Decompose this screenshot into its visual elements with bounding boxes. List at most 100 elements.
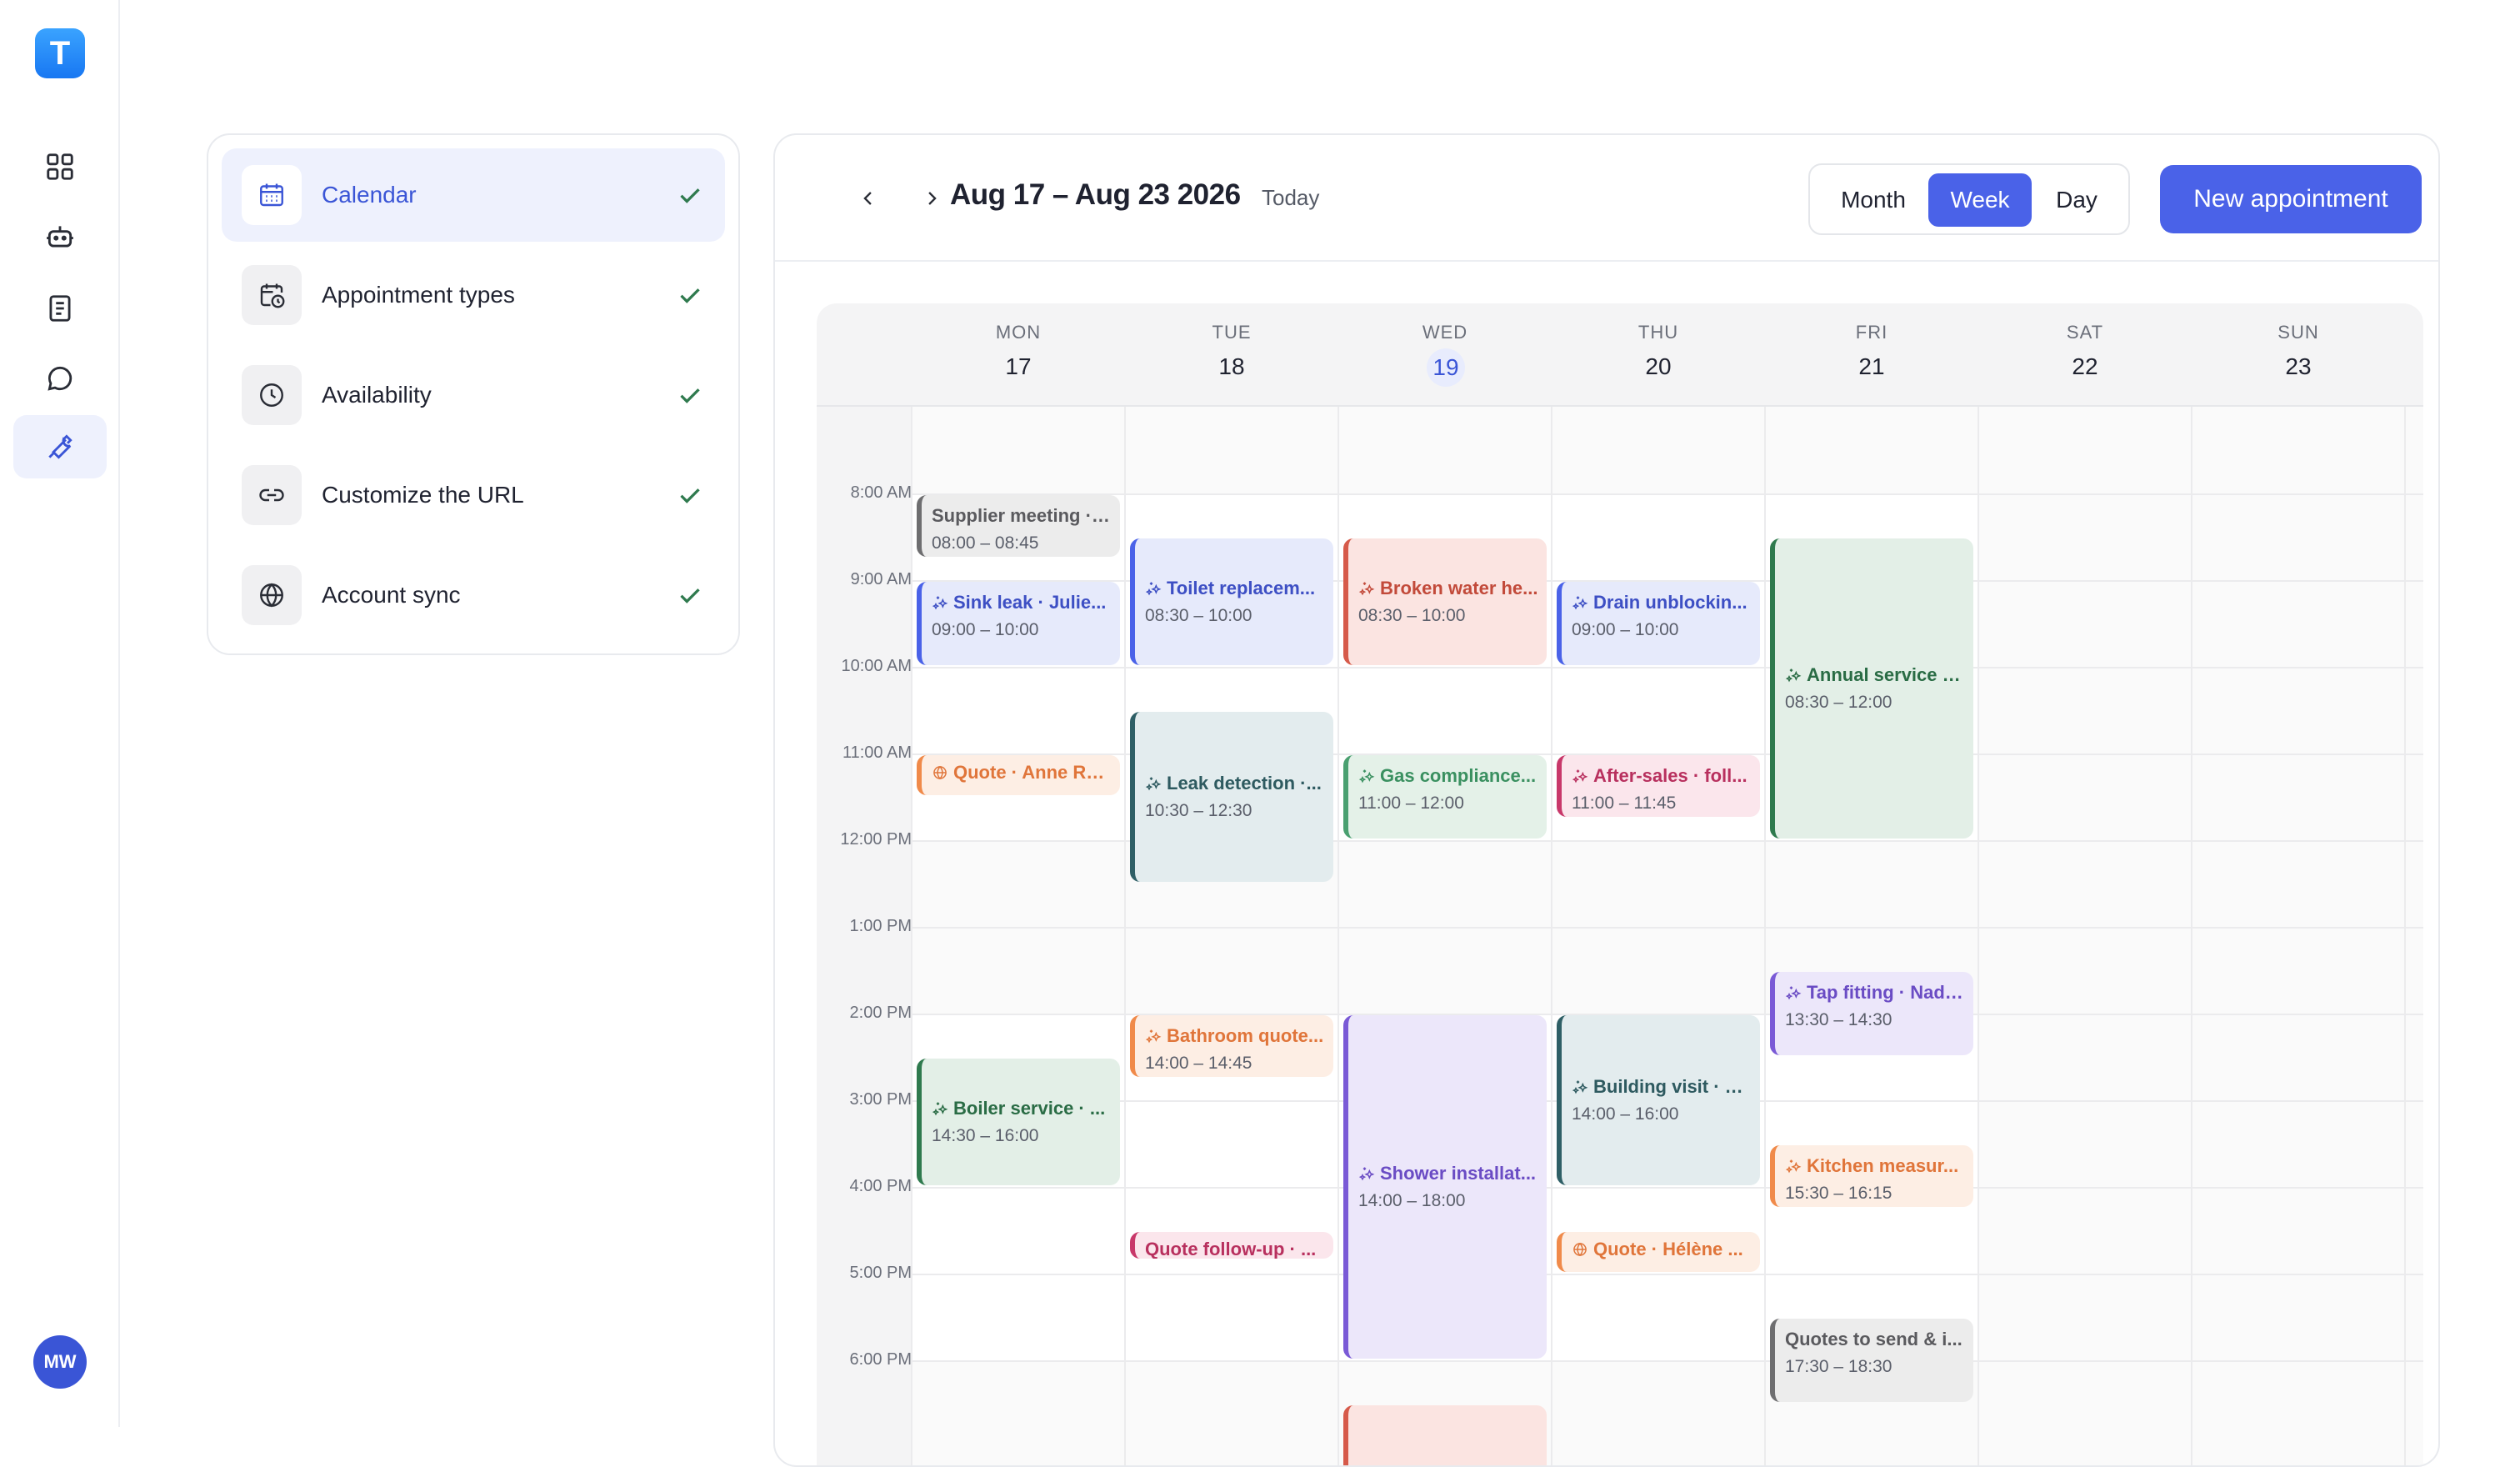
day-header-sun[interactable]: SUN 23 bbox=[2192, 303, 2405, 407]
appointment-title-text: Gas compliance... bbox=[1380, 765, 1537, 786]
day-number: 17 bbox=[1005, 353, 1032, 379]
appointment-time: 11:00 – 11:45 bbox=[1572, 794, 1677, 813]
hour-label: 9:00 AM bbox=[850, 570, 912, 588]
appointment-card[interactable]: Leak detection ·... 10:30 – 12:30 bbox=[1130, 712, 1333, 882]
day-header-mon[interactable]: MON 17 bbox=[912, 303, 1125, 407]
appointment-title: Kitchen measur... bbox=[1785, 1155, 1965, 1177]
hour-label: 8:00 AM bbox=[850, 483, 912, 502]
settings-item-customize-url[interactable]: Customize the URL bbox=[222, 448, 725, 542]
appointment-card[interactable]: Bathroom quote... 14:00 – 14:45 bbox=[1130, 1015, 1333, 1077]
day-number: 23 bbox=[2285, 353, 2312, 379]
appointment-title-text: Toilet replacem... bbox=[1167, 578, 1316, 598]
appointment-title-text: Sink leak · Julie... bbox=[953, 592, 1107, 613]
assistant-nav[interactable] bbox=[13, 205, 107, 268]
view-day-button[interactable]: Day bbox=[2035, 173, 2118, 227]
settings-item-availability[interactable]: Availability bbox=[222, 348, 725, 442]
messages-nav[interactable] bbox=[13, 347, 107, 410]
app-logo[interactable]: T bbox=[35, 28, 85, 78]
appointment-time: 14:30 – 16:00 bbox=[932, 1126, 1039, 1145]
day-name: TUE bbox=[1212, 322, 1252, 343]
day-name: SUN bbox=[2278, 322, 2319, 343]
day-header-wed[interactable]: WED 19 bbox=[1338, 303, 1552, 407]
settings-item-calendar[interactable]: Calendar bbox=[222, 148, 725, 242]
appointment-title: Supplier meeting · ... bbox=[932, 505, 1112, 527]
appointment-card[interactable]: Tap fitting · Nadi... 13:30 – 14:30 bbox=[1770, 972, 1973, 1055]
today-button[interactable]: Today bbox=[1262, 185, 1319, 211]
week-header: MON 17 TUE 18 WED 19 THU 20 FRI 21 SAT 22 SUN 23 bbox=[817, 303, 2423, 407]
calendar-clock-icon bbox=[260, 283, 285, 308]
appointment-title: Shower installat... bbox=[1358, 1163, 1538, 1184]
appointment-card[interactable]: Supplier meeting · ... 08:00 – 08:45 bbox=[917, 495, 1120, 557]
appointment-title-text: Quotes to send & i... bbox=[1785, 1329, 1962, 1349]
settings-item-appointment-types[interactable]: Appointment types bbox=[222, 248, 725, 342]
day-header-tue[interactable]: TUE 18 bbox=[1125, 303, 1338, 407]
day-header-thu[interactable]: THU 20 bbox=[1552, 303, 1765, 407]
sparkle-icon bbox=[1572, 1080, 1588, 1094]
dashboard-nav[interactable] bbox=[13, 135, 107, 198]
hour-gridline bbox=[912, 667, 2423, 668]
settings-nav[interactable] bbox=[13, 415, 107, 478]
appointment-card[interactable]: Shower installat... 14:00 – 18:00 bbox=[1343, 1015, 1547, 1359]
appointment-card[interactable]: Quotes to send & i... 17:30 – 18:30 bbox=[1770, 1319, 1973, 1402]
settings-item-label: Account sync bbox=[322, 582, 461, 608]
hour-label: 3:00 PM bbox=[849, 1090, 912, 1109]
appointment-card[interactable]: Gas compliance... 11:00 – 12:00 bbox=[1343, 755, 1547, 839]
appointment-card[interactable]: Boiler service · ... 14:30 – 16:00 bbox=[917, 1059, 1120, 1185]
appointment-title: Gas compliance... bbox=[1358, 765, 1538, 787]
view-switcher: Month Week Day bbox=[1808, 163, 2130, 235]
settings-item-icon-box bbox=[242, 265, 302, 325]
day-column-divider bbox=[2404, 407, 2406, 1465]
appointment-card[interactable]: Broken water he... 08:30 – 10:00 bbox=[1343, 538, 1547, 665]
day-column-divider bbox=[1124, 407, 1126, 1465]
new-appointment-button[interactable]: New appointment bbox=[2160, 165, 2422, 233]
next-week-button[interactable] bbox=[913, 180, 950, 217]
previous-week-button[interactable] bbox=[850, 180, 887, 217]
appointment-card[interactable] bbox=[1343, 1405, 1547, 1465]
appointment-card[interactable]: After-sales · foll... 11:00 – 11:45 bbox=[1557, 755, 1760, 817]
calendar-icon bbox=[260, 183, 283, 207]
appointment-card[interactable]: Toilet replacem... 08:30 – 10:00 bbox=[1130, 538, 1333, 665]
appointment-card[interactable]: Building visit · S... 14:00 – 16:00 bbox=[1557, 1015, 1760, 1185]
appointment-title: Boiler service · ... bbox=[932, 1098, 1112, 1119]
user-avatar[interactable]: MW bbox=[33, 1335, 87, 1389]
settings-item-icon-box bbox=[242, 365, 302, 425]
appointment-title-text: Building visit · S... bbox=[1593, 1076, 1752, 1097]
settings-item-account-sync[interactable]: Account sync bbox=[222, 548, 725, 642]
appointment-time: 13:30 – 14:30 bbox=[1785, 1010, 1892, 1029]
settings-item-label: Appointment types bbox=[322, 282, 515, 308]
appointment-card[interactable]: Quote follow-up · ... bbox=[1130, 1232, 1333, 1259]
week-grid: MON 17 TUE 18 WED 19 THU 20 FRI 21 SAT 22 SUN 23 8:00… bbox=[817, 303, 2423, 1465]
appointment-title-text: Supplier meeting · ... bbox=[932, 505, 1112, 526]
appointment-card[interactable]: Quote · Anne Ro... bbox=[917, 755, 1120, 795]
appointment-title: Leak detection ·... bbox=[1145, 773, 1325, 794]
appointment-time: 14:00 – 14:45 bbox=[1145, 1054, 1252, 1073]
day-header-fri[interactable]: FRI 21 bbox=[1765, 303, 1978, 407]
view-week-button[interactable]: Week bbox=[1928, 173, 2032, 227]
week-body: 8:00 AM 9:00 AM 10:00 AM 11:00 AM 12:00 PM 1:… bbox=[817, 407, 2423, 1465]
view-month-button[interactable]: Month bbox=[1822, 173, 1925, 227]
appointment-title-text: Tap fitting · Nadi... bbox=[1807, 982, 1965, 1003]
appointment-title-text: Drain unblockin... bbox=[1593, 592, 1748, 613]
documents-nav[interactable] bbox=[13, 277, 107, 340]
hour-label: 4:00 PM bbox=[849, 1177, 912, 1195]
appointment-time: 08:30 – 12:00 bbox=[1785, 693, 1892, 712]
wrench-icon bbox=[48, 434, 72, 459]
appointment-card[interactable]: Annual service · ... 08:30 – 12:00 bbox=[1770, 538, 1973, 839]
appointment-card[interactable]: Drain unblockin... 09:00 – 10:00 bbox=[1557, 582, 1760, 665]
chevron-left-icon bbox=[863, 192, 872, 205]
appointment-title-text: Boiler service · ... bbox=[953, 1098, 1106, 1119]
appointment-title: Building visit · S... bbox=[1572, 1076, 1752, 1098]
day-name: MON bbox=[995, 322, 1042, 343]
day-header-sat[interactable]: SAT 22 bbox=[1978, 303, 2192, 407]
globe-icon bbox=[260, 583, 283, 608]
day-name: WED bbox=[1422, 322, 1468, 343]
appointment-time: 14:00 – 18:00 bbox=[1358, 1191, 1466, 1210]
day-name: FRI bbox=[1855, 322, 1888, 343]
date-range-title: Aug 17 – Aug 23 2026 bbox=[950, 178, 1241, 211]
robot-icon bbox=[47, 226, 73, 248]
appointment-title-text: Leak detection ·... bbox=[1167, 773, 1322, 794]
appointment-time: 09:00 – 10:00 bbox=[932, 620, 1039, 639]
appointment-card[interactable]: Quote · Hélène ... bbox=[1557, 1232, 1760, 1272]
appointment-card[interactable]: Kitchen measur... 15:30 – 16:15 bbox=[1770, 1145, 1973, 1207]
appointment-card[interactable]: Sink leak · Julie... 09:00 – 10:00 bbox=[917, 582, 1120, 665]
